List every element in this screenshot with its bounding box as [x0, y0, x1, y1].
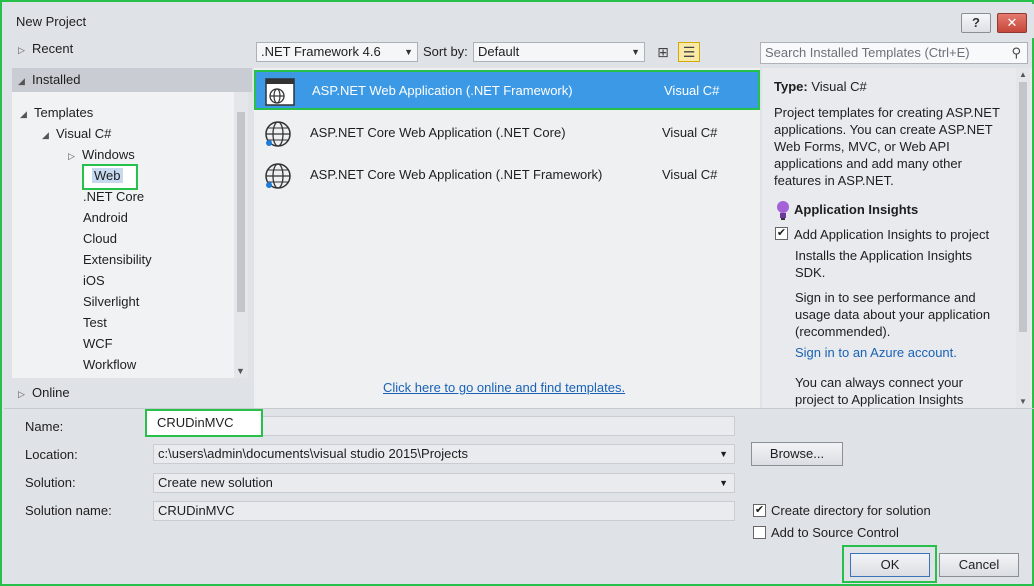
dropdown-arrow-icon[interactable]: ▼	[719, 474, 728, 492]
expand-arrow-icon[interactable]: ▷	[18, 39, 32, 61]
search-icon[interactable]: ⚲	[1011, 43, 1021, 63]
collapse-arrow-icon[interactable]: ◢	[18, 70, 32, 92]
tree-item-web[interactable]: Web	[82, 164, 138, 190]
solution-name-input[interactable]: CRUDinMVC	[153, 501, 735, 521]
tree-item-windows[interactable]: ▷ Windows	[68, 144, 135, 166]
browse-button[interactable]: Browse...	[751, 442, 843, 466]
cancel-button[interactable]: Cancel	[939, 553, 1019, 577]
close-button[interactable]: ✕	[997, 13, 1027, 33]
location-input[interactable]: c:\users\admin\documents\visual studio 2…	[153, 444, 735, 464]
expand-arrow-icon[interactable]: ▷	[18, 383, 32, 405]
solution-name-label: Solution name:	[25, 503, 112, 518]
tree-scrollbar[interactable]: ▼	[234, 92, 248, 378]
source-control-label: Add to Source Control	[771, 525, 899, 540]
add-insights-label: Add Application Insights to project	[794, 227, 990, 242]
category-pane: ▷ Recent ◢ Installed ◢ Templates ◢ Visual C#…	[12, 38, 252, 408]
web-application-icon	[265, 78, 295, 106]
template-row[interactable]: ASP.NET Core Web Application (.NET Frame…	[254, 156, 760, 196]
template-tree: ◢ Templates ◢ Visual C# ▷ Windows .NET Core…	[12, 92, 244, 378]
help-button[interactable]: ?	[961, 13, 991, 33]
ok-button[interactable]: OK	[850, 553, 930, 577]
create-directory-label: Create directory for solution	[771, 503, 931, 518]
add-insights-checkbox[interactable]: ✔	[775, 227, 788, 240]
details-scrollbar[interactable]: ▲ ▼	[1016, 68, 1030, 408]
tree-visual-csharp[interactable]: ◢ Visual C#	[42, 123, 111, 145]
template-row[interactable]: ASP.NET Core Web Application (.NET Core)…	[254, 114, 760, 154]
tree-recent[interactable]: ▷ Recent	[18, 38, 73, 60]
details-pane: Type: Visual C# Project templates for cr…	[762, 68, 1032, 408]
collapse-arrow-icon[interactable]: ◢	[20, 103, 34, 125]
sort-by-label: Sort by:	[423, 44, 468, 59]
tree-item-wcf[interactable]: WCF	[83, 333, 113, 355]
type-value: Visual C#	[811, 79, 867, 94]
scroll-down-icon[interactable]: ▼	[236, 366, 245, 376]
tree-item-extensibility[interactable]: Extensibility	[83, 249, 152, 271]
sign-in-text: Sign in to see performance and usage dat…	[795, 290, 991, 339]
tree-templates[interactable]: ◢ Templates	[20, 102, 93, 124]
tree-item-ios[interactable]: iOS	[83, 270, 105, 292]
list-view-icon[interactable]: ☰	[678, 42, 700, 62]
name-input[interactable]: CRUDinMVC	[145, 409, 263, 437]
template-description: Project templates for creating ASP.NET a…	[774, 105, 1000, 188]
scroll-down-icon[interactable]: ▼	[1019, 397, 1027, 406]
find-templates-online-link[interactable]: Click here to go online and find templat…	[383, 380, 625, 395]
connect-text: You can always connect your project to A…	[795, 375, 964, 407]
dropdown-arrow-icon: ▼	[404, 47, 413, 57]
source-control-checkbox[interactable]	[753, 526, 766, 539]
create-directory-checkbox[interactable]: ✔	[753, 504, 766, 517]
tree-item-cloud[interactable]: Cloud	[83, 228, 117, 250]
template-row-selected[interactable]: ASP.NET Web Application (.NET Framework)…	[254, 70, 760, 110]
expand-arrow-icon[interactable]: ▷	[68, 145, 82, 167]
scrollbar-thumb[interactable]	[237, 112, 245, 312]
lightbulb-icon	[777, 201, 789, 220]
sort-select[interactable]: Default ▼	[473, 42, 645, 62]
search-input[interactable]: Search Installed Templates (Ctrl+E) ⚲	[760, 42, 1028, 64]
tree-item-android[interactable]: Android	[83, 207, 128, 229]
scrollbar-thumb[interactable]	[1019, 82, 1027, 332]
framework-select[interactable]: .NET Framework 4.6 ▼	[256, 42, 418, 62]
insights-title: Application Insights	[794, 202, 919, 217]
dropdown-arrow-icon[interactable]: ▼	[719, 445, 728, 463]
template-list: ASP.NET Web Application (.NET Framework)…	[254, 68, 760, 408]
tree-item-workflow[interactable]: Workflow	[83, 354, 136, 376]
solution-select[interactable]: Create new solution ▼	[153, 473, 735, 493]
dropdown-arrow-icon: ▼	[631, 47, 640, 57]
globe-icon	[265, 121, 291, 147]
installed-header[interactable]: ◢ Installed	[12, 68, 252, 92]
collapse-arrow-icon[interactable]: ◢	[42, 124, 56, 146]
name-label: Name:	[25, 419, 64, 434]
scroll-up-icon[interactable]: ▲	[1019, 70, 1027, 79]
sign-in-azure-link[interactable]: Sign in to an Azure account.	[795, 344, 957, 361]
tree-item-test[interactable]: Test	[83, 312, 107, 334]
globe-icon	[265, 163, 291, 189]
title-bar: New Project ? ✕	[4, 4, 1034, 38]
tree-online[interactable]: ▷ Online	[18, 382, 70, 404]
new-project-dialog: New Project ? ✕ ▷ Recent ◢ Installed ◢ Temp…	[0, 0, 1034, 586]
small-icons-view-icon[interactable]: ⊞	[653, 42, 673, 62]
location-label: Location:	[25, 447, 78, 462]
window-title: New Project	[16, 14, 87, 29]
tree-item-silverlight[interactable]: Silverlight	[83, 291, 139, 313]
installs-text: Installs the Application Insights SDK.	[795, 248, 973, 280]
type-label: Type:	[774, 79, 808, 94]
solution-label: Solution:	[25, 475, 76, 490]
